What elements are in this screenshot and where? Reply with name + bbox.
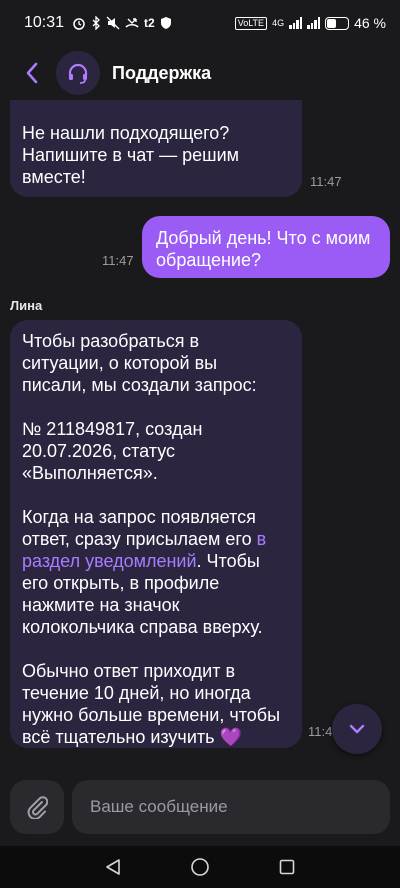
network-type: 4G bbox=[272, 18, 285, 28]
volte-badge: VoLTE bbox=[234, 16, 268, 30]
scroll-down-button[interactable] bbox=[332, 704, 382, 754]
alarm-icon bbox=[73, 18, 85, 30]
chat-header: Поддержка bbox=[0, 46, 400, 100]
message-text: Добрый день! Что с моим обращение? bbox=[156, 228, 371, 270]
message-time: 11:47 bbox=[102, 253, 134, 268]
missed-call-icon bbox=[125, 18, 139, 28]
incoming-message[interactable]: Чтобы разобраться в ситуации, о которой … bbox=[10, 320, 302, 748]
nav-back-button[interactable] bbox=[93, 847, 133, 887]
message-input[interactable] bbox=[72, 780, 390, 834]
message-text-part: Чтобы разобраться в ситуации, о которой … bbox=[22, 331, 257, 549]
bluetooth-icon bbox=[92, 16, 100, 30]
page-title: Поддержка bbox=[112, 62, 212, 83]
status-time: 10:31 bbox=[24, 14, 65, 31]
support-avatar bbox=[56, 51, 100, 95]
message-list[interactable]: Не нашли подходящего? Напишите в чат — р… bbox=[0, 100, 400, 768]
mute-icon bbox=[106, 16, 120, 30]
battery-fill bbox=[327, 18, 337, 28]
triangle-back-icon bbox=[106, 859, 121, 875]
shield-icon bbox=[160, 17, 171, 29]
circle-home-icon bbox=[191, 858, 209, 876]
battery-percent: 46 % bbox=[354, 15, 386, 31]
system-nav-bar bbox=[0, 846, 400, 888]
message-text: Чтобы разобраться в ситуации, о которой … bbox=[22, 330, 290, 748]
signal-icon-2 bbox=[307, 17, 321, 29]
outgoing-message[interactable]: Добрый день! Что с моим обращение? bbox=[142, 216, 390, 278]
incoming-message[interactable]: Не нашли подходящего? Напишите в чат — р… bbox=[10, 100, 302, 197]
status-notification-icons: t2 bbox=[72, 16, 172, 30]
message-text-part: . Чтобы его открыть, в профиле нажмите н… bbox=[22, 551, 281, 747]
signal-icon bbox=[289, 17, 303, 29]
carrier-label: t2 bbox=[144, 16, 155, 30]
nav-home-button[interactable] bbox=[180, 847, 220, 887]
chevron-down-icon bbox=[349, 724, 365, 734]
nav-recents-button[interactable] bbox=[267, 847, 307, 887]
message-time: 11:47 bbox=[310, 174, 342, 189]
status-bar: 10:31 t2 VoLTE 4G 46 % bbox=[0, 0, 400, 46]
square-recents-icon bbox=[279, 859, 294, 875]
status-system-icons: VoLTE 4G 46 % bbox=[234, 15, 386, 31]
message-text: Не нашли подходящего? Напишите в чат — р… bbox=[22, 123, 240, 187]
chevron-left-icon bbox=[26, 62, 38, 84]
headset-icon bbox=[68, 63, 88, 84]
composer-bar bbox=[0, 768, 400, 846]
back-button[interactable] bbox=[12, 53, 52, 93]
attach-button[interactable] bbox=[10, 780, 64, 834]
sender-name: Лина bbox=[10, 298, 43, 313]
paperclip-icon bbox=[27, 796, 48, 819]
battery-icon bbox=[325, 16, 350, 30]
